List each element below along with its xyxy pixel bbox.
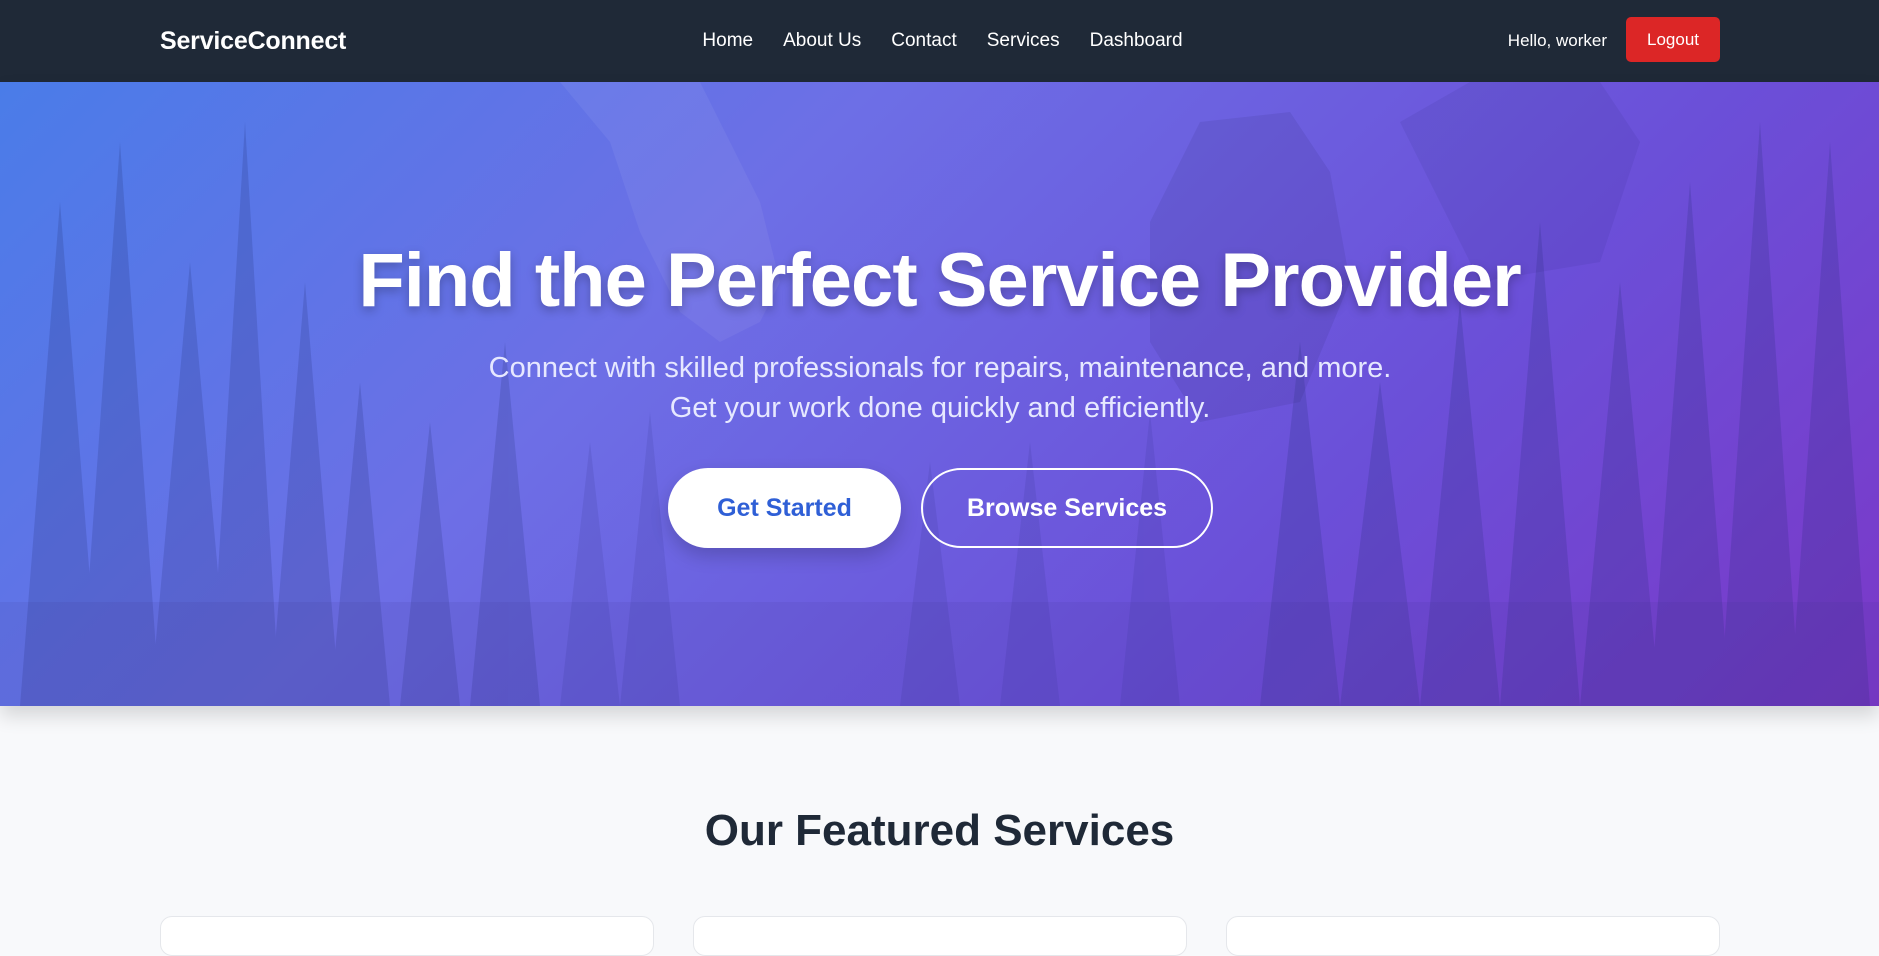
nav-link-home[interactable]: Home [702, 30, 753, 52]
top-navbar: ServiceConnect Home About Us Contact Ser… [0, 0, 1879, 82]
nav-link-contact[interactable]: Contact [891, 30, 956, 52]
get-started-button[interactable]: Get Started [668, 468, 901, 548]
browse-services-button[interactable]: Browse Services [921, 468, 1213, 548]
hero-section: Find the Perfect Service Provider Connec… [0, 82, 1879, 706]
logout-button[interactable]: Logout [1626, 17, 1720, 62]
hero-title: Find the Perfect Service Provider [358, 238, 1521, 323]
service-card[interactable] [160, 916, 654, 956]
featured-services-heading: Our Featured Services [704, 806, 1175, 855]
brand-logo[interactable]: ServiceConnect [160, 0, 346, 82]
nav-link-about-us[interactable]: About Us [783, 30, 861, 52]
nav-link-services[interactable]: Services [987, 30, 1060, 52]
user-greeting: Hello, worker [1507, 31, 1607, 50]
service-card[interactable] [1226, 916, 1720, 956]
nav-link-dashboard[interactable]: Dashboard [1090, 30, 1183, 52]
service-card[interactable] [693, 916, 1187, 956]
hero-subtitle: Connect with skilled professionals for r… [488, 352, 1392, 424]
